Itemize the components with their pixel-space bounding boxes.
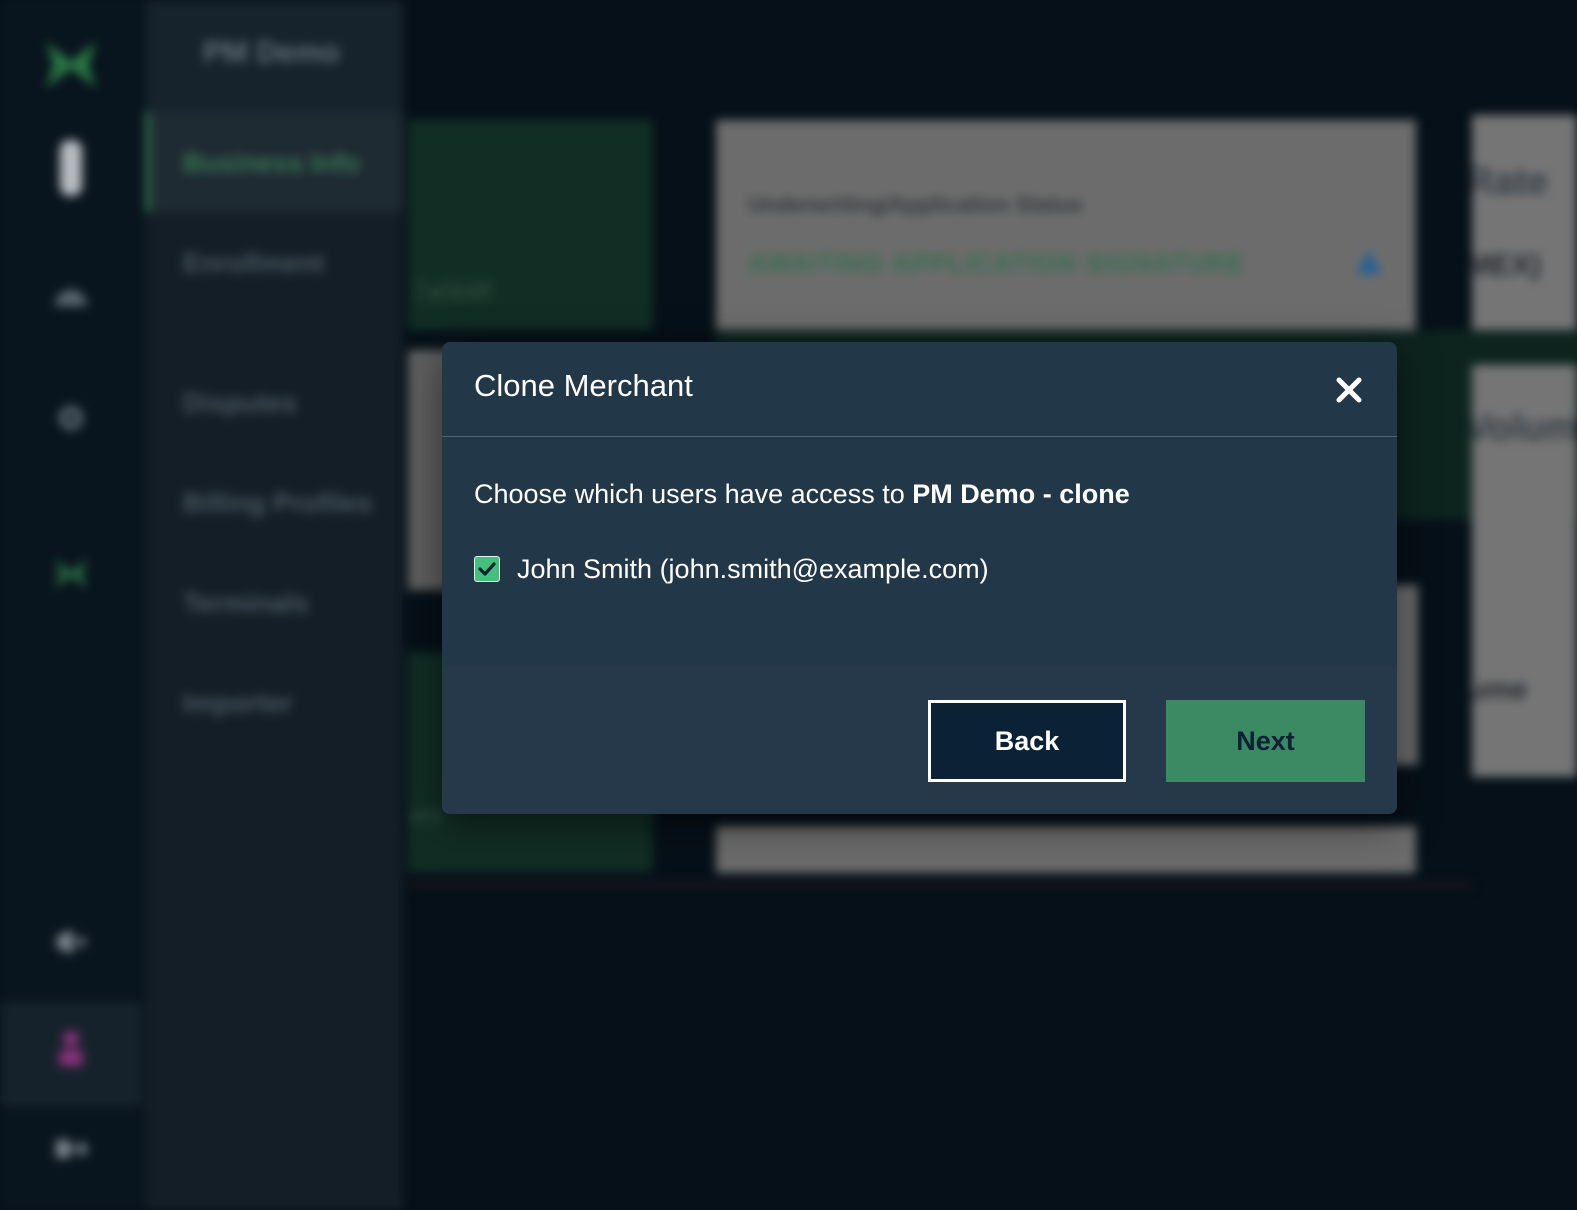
modal-title: Clone Merchant [474,368,693,403]
user-checkbox[interactable] [474,556,500,582]
back-button[interactable]: Back [928,700,1126,782]
clone-target-name: PM Demo - clone [912,479,1130,509]
clone-merchant-modal: Clone Merchant Choose which users have a… [442,342,1397,814]
next-button[interactable]: Next [1166,700,1365,782]
checkmark-icon [478,562,496,576]
close-icon[interactable] [1329,370,1369,410]
modal-footer: Back Next [442,667,1397,814]
access-prompt: Choose which users have access to PM Dem… [474,479,1130,510]
modal-header: Clone Merchant [442,342,1397,437]
access-prompt-prefix: Choose which users have access to [474,479,913,509]
user-label[interactable]: John Smith (john.smith@example.com) [517,554,989,585]
modal-body: Choose which users have access to PM Dem… [442,437,1397,667]
user-option-row[interactable]: John Smith (john.smith@example.com) [474,549,989,589]
